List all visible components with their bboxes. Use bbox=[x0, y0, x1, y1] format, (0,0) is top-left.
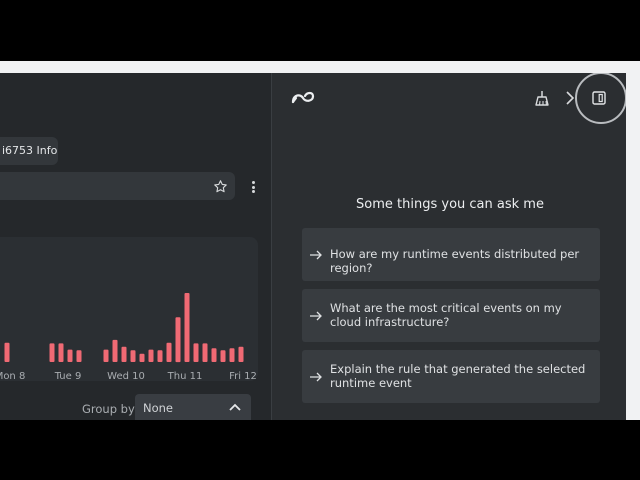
histogram-bar[interactable] bbox=[112, 339, 118, 362]
histogram-bar[interactable] bbox=[130, 350, 136, 362]
histogram-bar[interactable] bbox=[58, 343, 64, 362]
assistant-logo-icon bbox=[291, 91, 315, 104]
x-tick-label: Mon 8 bbox=[0, 371, 25, 381]
highlight-ring bbox=[575, 73, 626, 124]
broom-icon[interactable] bbox=[534, 90, 550, 106]
chevron-right-icon[interactable] bbox=[565, 91, 575, 105]
arrow-right-icon bbox=[310, 311, 322, 321]
histogram-bar[interactable] bbox=[220, 350, 226, 362]
chevron-up-icon bbox=[229, 403, 241, 411]
histogram-bar[interactable] bbox=[157, 350, 163, 362]
events-histogram: Mon 8 Tue 9 Wed 10 Thu 11 Fri 12 bbox=[0, 293, 257, 381]
histogram-bar[interactable] bbox=[139, 353, 145, 362]
histogram-bar[interactable] bbox=[211, 348, 217, 362]
window-right-strip bbox=[626, 73, 640, 420]
group-by-value: None bbox=[143, 401, 174, 415]
histogram-bar[interactable] bbox=[175, 317, 181, 363]
suggestion-text: What are the most critical events on my … bbox=[330, 301, 562, 329]
histogram-bar[interactable] bbox=[148, 349, 154, 362]
screen: i6753 Info Mon 8Tue 9Wed 10Thu 11Fri 12 … bbox=[0, 0, 640, 480]
suggestion-text: Explain the rule that generated the sele… bbox=[330, 362, 586, 390]
arrow-right-icon bbox=[310, 372, 322, 382]
histogram-bar[interactable] bbox=[103, 349, 109, 362]
histogram-bar[interactable] bbox=[76, 350, 82, 362]
star-icon[interactable] bbox=[213, 179, 228, 194]
events-pane: i6753 Info Mon 8Tue 9Wed 10Thu 11Fri 12 … bbox=[0, 73, 271, 420]
histogram-bar[interactable] bbox=[229, 348, 235, 362]
suggestion-card[interactable]: Explain the rule that generated the sele… bbox=[302, 350, 600, 403]
histogram-bar[interactable] bbox=[193, 343, 199, 362]
app-window: i6753 Info Mon 8Tue 9Wed 10Thu 11Fri 12 … bbox=[0, 73, 626, 420]
group-by-label: Group by bbox=[82, 402, 135, 416]
x-tick-label: Fri 12 bbox=[229, 371, 257, 381]
histogram-bar[interactable] bbox=[67, 349, 73, 362]
histogram-bar[interactable] bbox=[49, 343, 55, 362]
suggestion-text: How are my runtime events distributed pe… bbox=[330, 247, 580, 275]
histogram-bar[interactable] bbox=[238, 346, 244, 362]
filter-chip[interactable]: i6753 Info bbox=[0, 137, 58, 165]
suggestion-card[interactable]: How are my runtime events distributed pe… bbox=[302, 228, 600, 281]
group-by-select[interactable]: None bbox=[135, 394, 251, 420]
x-tick-label: Wed 10 bbox=[107, 371, 145, 381]
histogram-bar[interactable] bbox=[166, 342, 172, 362]
histogram-bar[interactable] bbox=[4, 342, 10, 362]
assistant-pane: Some things you can ask me How are my ru… bbox=[272, 73, 626, 420]
histogram-bar[interactable] bbox=[202, 343, 208, 362]
suggestion-card[interactable]: What are the most critical events on my … bbox=[302, 289, 600, 342]
search-bar[interactable] bbox=[0, 172, 235, 200]
histogram-bar[interactable] bbox=[184, 293, 190, 362]
x-tick-label: Thu 11 bbox=[167, 371, 203, 381]
suggestions-heading: Some things you can ask me bbox=[356, 197, 544, 212]
window-top-strip bbox=[0, 61, 640, 73]
histogram-bar[interactable] bbox=[121, 346, 127, 362]
more-options-icon[interactable] bbox=[246, 179, 260, 195]
arrow-right-icon bbox=[310, 250, 322, 260]
x-tick-label: Tue 9 bbox=[54, 371, 82, 381]
